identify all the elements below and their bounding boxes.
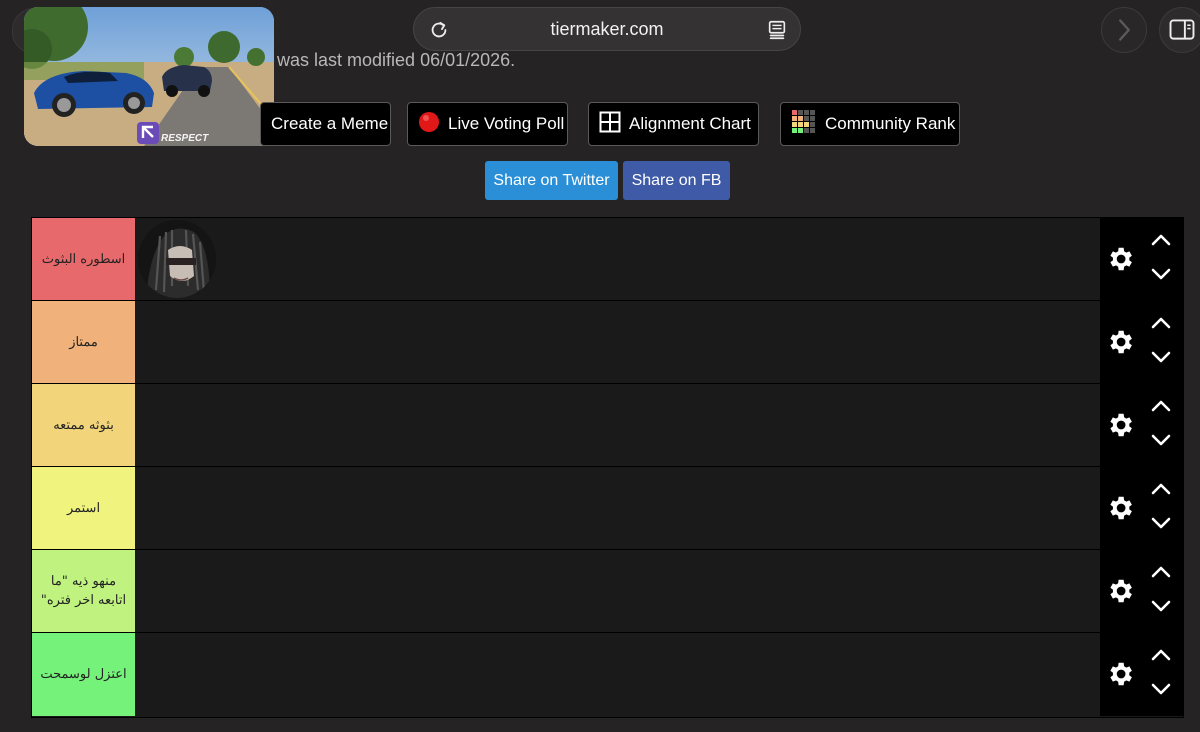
chevron-down-icon[interactable] (1150, 681, 1172, 697)
tier-label[interactable]: بثوثه ممتعه (32, 384, 135, 466)
chevron-right-icon (1119, 19, 1130, 41)
share-fb-button[interactable]: Share on FB (623, 161, 730, 200)
community-rank-button[interactable]: Community Rank (780, 102, 960, 146)
chevron-down-icon[interactable] (1150, 598, 1172, 614)
gear-icon[interactable] (1105, 327, 1135, 357)
color-grid-icon (791, 109, 817, 140)
community-rank-label: Community Rank (825, 114, 956, 133)
tier-label[interactable]: اعتزل لوسمحت (32, 633, 135, 716)
tier-row: اعتزل لوسمحت (32, 633, 1183, 716)
chevron-up-icon[interactable] (1150, 481, 1172, 497)
chevron-up-icon[interactable] (1150, 398, 1172, 414)
tier-items-dropzone[interactable] (135, 384, 1100, 466)
tier-items-dropzone[interactable] (135, 218, 1100, 300)
tier-row: اسطوره البثوث (32, 218, 1183, 301)
tier-row: ممتاز (32, 301, 1183, 384)
share-twitter-button[interactable]: Share on Twitter (485, 161, 618, 200)
tier-items-dropzone[interactable] (135, 301, 1100, 383)
red-circle-icon (418, 111, 440, 138)
gear-icon[interactable] (1105, 576, 1135, 606)
alignment-chart-label: Alignment Chart (629, 114, 751, 133)
picture-in-picture-video[interactable]: RESPECT (24, 7, 274, 146)
tier-controls (1100, 301, 1183, 383)
tier-controls (1100, 218, 1183, 300)
chevron-up-icon[interactable] (1150, 315, 1172, 331)
tier-row: بثوثه ممتعه (32, 384, 1183, 467)
tier-row: منهو ذيه "ما اتابعه اخر فتره" (32, 550, 1183, 633)
tier-controls (1100, 384, 1183, 466)
video-watermark: RESPECT (161, 133, 209, 144)
tier-controls (1100, 550, 1183, 632)
chevron-down-icon[interactable] (1150, 349, 1172, 365)
tier-row: استمر (32, 467, 1183, 550)
chevron-up-icon[interactable] (1150, 564, 1172, 580)
video-frame: RESPECT (24, 7, 274, 146)
live-voting-poll-label: Live Voting Poll (448, 114, 565, 133)
tier-label[interactable]: ممتاز (32, 301, 135, 383)
tier-label[interactable]: اسطوره البثوث (32, 218, 135, 300)
gear-icon[interactable] (1105, 659, 1135, 689)
tier-controls (1100, 467, 1183, 549)
chevron-down-icon[interactable] (1150, 515, 1172, 531)
chevron-down-icon[interactable] (1150, 266, 1172, 282)
chevron-down-icon[interactable] (1150, 432, 1172, 448)
tier-controls (1100, 633, 1183, 716)
last-modified-text: d was last modified 06/01/2026. (262, 50, 516, 70)
create-meme-label: Create a Meme (271, 114, 389, 133)
grid-icon (599, 111, 621, 138)
gear-icon[interactable] (1105, 493, 1135, 523)
reload-icon[interactable] (428, 19, 450, 41)
tier-items-dropzone[interactable] (135, 550, 1100, 632)
create-meme-button[interactable]: Create a Meme (260, 102, 391, 146)
forward-button[interactable] (1101, 7, 1147, 53)
alignment-chart-button[interactable]: Alignment Chart (588, 102, 759, 146)
tier-item-avatar[interactable] (138, 220, 216, 298)
tier-label[interactable]: منهو ذيه "ما اتابعه اخر فتره" (32, 550, 135, 632)
reader-icon[interactable] (766, 19, 788, 41)
sidebar-icon (1169, 19, 1195, 40)
address-bar[interactable]: tiermaker.com (413, 7, 801, 51)
tier-items-dropzone[interactable] (135, 467, 1100, 549)
tier-items-dropzone[interactable] (135, 633, 1100, 716)
sidebar-panel-button[interactable] (1159, 7, 1200, 53)
chevron-up-icon[interactable] (1150, 232, 1172, 248)
live-voting-poll-button[interactable]: Live Voting Poll (407, 102, 568, 146)
gear-icon[interactable] (1105, 410, 1135, 440)
tier-label[interactable]: استمر (32, 467, 135, 549)
tier-list: اسطوره البثوث ممتاز بثوثه ممتعه استمر من… (31, 217, 1184, 718)
gear-icon[interactable] (1105, 244, 1135, 274)
chevron-up-icon[interactable] (1150, 647, 1172, 663)
url-text[interactable]: tiermaker.com (474, 8, 740, 50)
